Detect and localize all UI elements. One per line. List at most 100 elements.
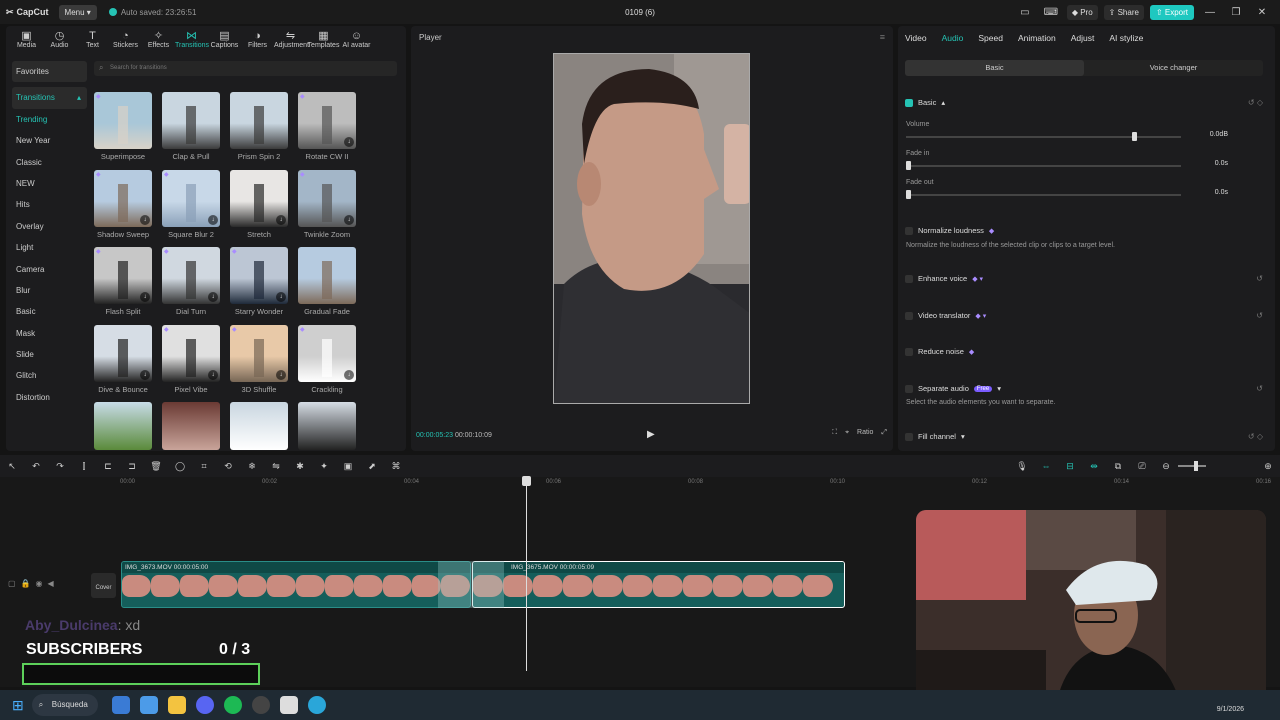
tool-tab-templates[interactable]: ▦ Templates (307, 28, 340, 49)
reset-icon[interactable]: ↺ ◇ (1248, 98, 1263, 107)
snap-icon[interactable]: ⊟ (1058, 461, 1082, 472)
transition-item[interactable]: ◆ ↓ Crackling (298, 324, 356, 394)
spotify-icon[interactable] (223, 696, 242, 714)
transition-item[interactable]: ◆ ↓ Twinkle Zoom (298, 169, 356, 239)
widgets-icon[interactable] (111, 696, 130, 714)
transition-thumbnail[interactable] (230, 92, 288, 149)
color-icon[interactable]: ✱ (288, 461, 312, 472)
fullscreen-preview-icon[interactable]: ⛶ (832, 429, 837, 437)
file-explorer-icon[interactable] (167, 696, 186, 714)
cover-button[interactable]: Cover (91, 573, 116, 598)
transition-thumbnail[interactable]: ↓ (230, 169, 288, 227)
download-icon[interactable]: ↓ (208, 369, 218, 380)
category-favorites[interactable]: Favorites (12, 61, 87, 83)
panel-menu-icon[interactable]: ≡ (880, 32, 885, 42)
separate-checkbox[interactable] (905, 384, 913, 393)
caption-icon[interactable]: ⎚ (1130, 461, 1154, 472)
maximize-icon[interactable]: ❐ (1226, 7, 1246, 18)
shortcut-icon[interactable]: ⌨ (1041, 7, 1061, 18)
download-icon[interactable]: ↓ (276, 214, 286, 225)
category-camera[interactable]: Camera (12, 259, 87, 280)
magic-icon[interactable]: ✦ (312, 461, 336, 472)
transition-thumbnail[interactable]: ◆ ↓ (298, 169, 356, 227)
category-blur[interactable]: Blur (12, 280, 87, 301)
redo-icon[interactable]: ↷ (48, 461, 72, 472)
transition-item[interactable]: ◆ ↓ Shadow Sweep (94, 169, 152, 239)
transition-thumbnail[interactable] (298, 247, 356, 304)
transition-item[interactable]: Gradual Fade (298, 247, 356, 316)
time-ruler[interactable]: 00:00 00:02 00:04 00:06 00:08 00:10 00:12 00:14… (120, 477, 1271, 487)
transition-item[interactable] (298, 402, 356, 450)
category-mask[interactable]: Mask (12, 323, 87, 344)
category-transitions[interactable]: Transitions ▴ (12, 87, 87, 109)
export-frame-icon[interactable]: ⬈ (360, 461, 384, 472)
category-basic[interactable]: Basic (12, 301, 87, 322)
expand-icon[interactable]: ⤢ (881, 429, 887, 437)
category-new-year[interactable]: New Year (12, 130, 87, 151)
search-input[interactable]: ⌕ Search for transitions (94, 61, 397, 76)
mute-icon[interactable]: ◀ (48, 579, 54, 588)
download-icon[interactable]: ↓ (140, 214, 150, 225)
reduce-noise-checkbox[interactable] (905, 347, 913, 356)
fade-out-value[interactable]: 0.0s (1188, 189, 1228, 201)
ratio-button[interactable]: Ratio (857, 429, 873, 437)
mask-icon[interactable]: ◯ (168, 461, 192, 472)
category-distortion[interactable]: Distortion (12, 387, 87, 408)
zoom-knob[interactable] (1194, 461, 1198, 471)
export-button[interactable]: ⇧ Export (1149, 4, 1194, 20)
transition-item[interactable]: ◆ Superimpose (94, 92, 152, 161)
transition-item[interactable] (230, 402, 288, 450)
category-overlay[interactable]: Overlay (12, 216, 87, 237)
trim-right-icon[interactable]: ⊐ (120, 461, 144, 472)
enhance-section[interactable]: Enhance voice ◆ ▾ (905, 274, 983, 283)
trim-left-icon[interactable]: ⊏ (96, 461, 120, 472)
tool-tab-effects[interactable]: ✧ Effects (142, 28, 175, 49)
translator-section[interactable]: Video translator ◆ ▾ (905, 311, 986, 320)
share-button[interactable]: ⇪ Share (1103, 4, 1144, 20)
transition-item[interactable]: ↓ Stretch (230, 169, 288, 239)
download-icon[interactable]: ↓ (140, 369, 150, 380)
fade-in-slider[interactable] (906, 161, 1181, 170)
transition-thumbnail[interactable] (298, 402, 356, 450)
track-icon[interactable]: ▢ (8, 579, 16, 588)
transition-thumbnail[interactable]: ◆ ↓ (298, 92, 356, 149)
download-icon[interactable]: ↓ (344, 137, 354, 147)
tool-tab-text[interactable]: T Text (76, 28, 109, 49)
reset-icon[interactable]: ↺ (1256, 384, 1263, 393)
normalize-checkbox[interactable] (905, 226, 913, 235)
reduce-noise-section[interactable]: Reduce noise ◆ (905, 347, 974, 356)
split-icon[interactable]: ⫿ (72, 461, 96, 472)
zoom-out-icon[interactable]: ⊖ (1154, 461, 1178, 472)
windows-start-icon[interactable]: ⊞ (12, 697, 24, 714)
reset-icon[interactable]: ↺ (1256, 274, 1263, 283)
transition-marker[interactable] (438, 561, 504, 608)
video-clip-2[interactable]: IMG_3675.MOV 00:00:05:09 (472, 561, 845, 608)
layout-icon[interactable]: ▭ (1015, 7, 1035, 18)
fade-in-knob[interactable] (906, 161, 911, 170)
volume-value[interactable]: 0.0dB (1188, 131, 1228, 143)
transition-item[interactable]: ◆ ↓ Pixel Vibe (162, 324, 220, 394)
transition-item[interactable]: Prism Spin 2 (230, 92, 288, 161)
tool-tab-adjustment[interactable]: ⇋ Adjustment (274, 28, 309, 49)
tab-audio[interactable]: Audio (942, 33, 964, 43)
basic-tab[interactable]: Basic (905, 60, 1084, 76)
mirror-icon[interactable]: ⇋ (264, 461, 288, 472)
basic-checkbox[interactable] (905, 98, 913, 107)
fade-in-value[interactable]: 0.0s (1188, 160, 1228, 172)
eye-icon[interactable]: ◉ (36, 579, 43, 588)
volume-knob[interactable] (1131, 132, 1137, 141)
crop-icon[interactable]: ⌗ (192, 461, 216, 472)
category-glitch[interactable]: Glitch (12, 365, 87, 386)
freeze-icon[interactable]: ❄ (240, 461, 264, 472)
play-button[interactable]: ▶ (647, 429, 655, 440)
capcut-icon[interactable] (279, 696, 298, 714)
transition-thumbnail[interactable]: ◆ ↓ (162, 324, 220, 382)
download-icon[interactable]: ↓ (344, 369, 354, 380)
tool-tab-ai-avatar[interactable]: ☺ AI avatar (340, 28, 373, 49)
reset-icon[interactable]: ↺ ◇ (1248, 432, 1263, 441)
transition-thumbnail[interactable] (162, 402, 220, 450)
tool-tab-filters[interactable]: ◑ Filters (241, 28, 274, 49)
discord-icon[interactable] (195, 696, 214, 714)
enhance-checkbox[interactable] (905, 274, 913, 283)
transition-thumbnail[interactable]: ◆ ↓ (162, 169, 220, 227)
